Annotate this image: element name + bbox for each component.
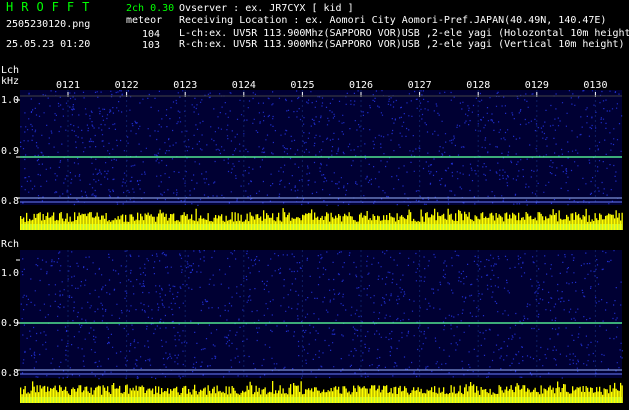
time-tick-label: 0127 bbox=[407, 80, 432, 91]
time-tick-label: 0121 bbox=[56, 80, 81, 91]
time-tick-label: 0123 bbox=[173, 80, 198, 91]
time-tick-label: 0124 bbox=[231, 80, 256, 91]
time-tick-label: 0129 bbox=[524, 80, 549, 91]
time-axis: 0121 0122 0123 0124 0125 0126 0127 0128 0129 0130 bbox=[0, 0, 629, 100]
rch-freq-tick: 1.0 bbox=[1, 268, 20, 279]
time-tick-label: 0130 bbox=[583, 80, 608, 91]
lch-spectrogram bbox=[20, 90, 622, 205]
time-tick-label: 0126 bbox=[349, 80, 374, 91]
lch-freq-tick: 0.8 bbox=[1, 196, 20, 207]
time-tick-label: 0122 bbox=[114, 80, 139, 91]
rch-spectrogram bbox=[20, 250, 622, 378]
time-tick-label: 0125 bbox=[290, 80, 315, 91]
lch-freq-tick: 0.9 bbox=[1, 146, 20, 157]
rch-freq-tick: 0.9 bbox=[1, 318, 20, 329]
time-tick-label: 0128 bbox=[466, 80, 491, 91]
rch-freq-tick: 0.8 bbox=[1, 368, 20, 379]
